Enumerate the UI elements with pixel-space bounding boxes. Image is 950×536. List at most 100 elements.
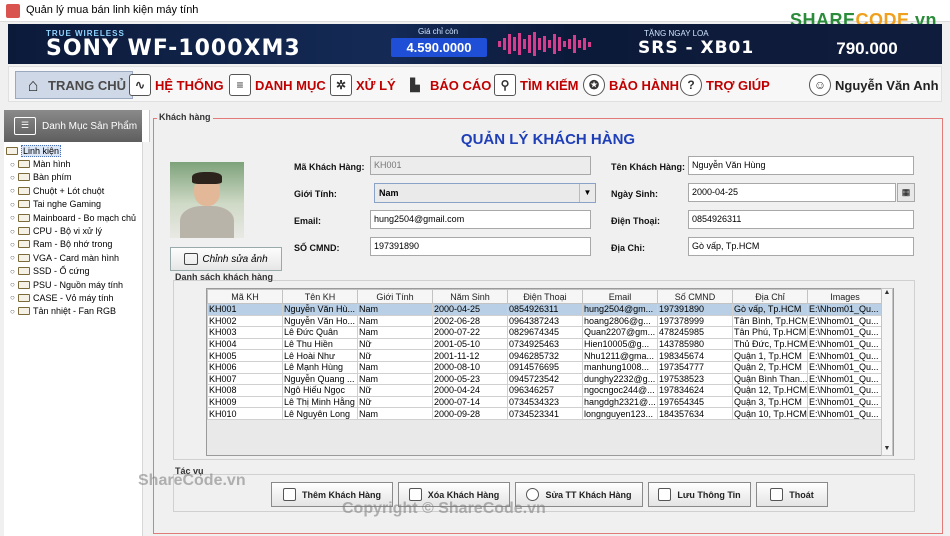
expand-toggle-icon[interactable]: ○	[10, 280, 16, 289]
tree-item[interactable]: ○ Bàn phím	[6, 171, 142, 184]
expand-toggle-icon[interactable]: ○	[10, 173, 16, 182]
table-header-cell[interactable]: Mã KH	[207, 289, 283, 304]
table-row[interactable]: KH005 Lê Hoài Như Nữ 2001-11-12 0946285732 Nh…	[207, 349, 883, 362]
table-cell: 2000-09-28	[432, 407, 508, 420]
expand-toggle-icon[interactable]: ○	[10, 240, 16, 249]
tree-item[interactable]: ○ CPU - Bộ vi xử lý	[6, 224, 142, 237]
sidebar-header: ☰ Danh Mục Sản Phẩm	[4, 110, 142, 142]
table-row[interactable]: KH003 Lê Đức Quân Nam 2000-07-22 0829674345 Q…	[207, 326, 883, 339]
user-menu[interactable]: ☺ Nguyễn Văn Anh	[809, 71, 939, 99]
main-menu-bar: ⌂ TRANG CHỦ ∿ HỆ THỐNG ≡ DANH MỤC ✲ XỬ L…	[8, 66, 942, 102]
table-scrollbar[interactable]: ▲ ▼	[881, 288, 893, 456]
expand-toggle-icon[interactable]: ○	[10, 307, 16, 316]
table-cell: KH008	[207, 384, 283, 397]
tree-item[interactable]: ○ SSD - Ổ cứng	[6, 265, 142, 278]
table-row[interactable]: KH006 Lê Mạnh Hùng Nam 2000-08-10 0914576695…	[207, 360, 883, 374]
table-cell: 197391890	[657, 303, 733, 316]
menu-report[interactable]: ▙ BÁO CÁO	[404, 71, 491, 99]
tree-item[interactable]: ○ Ram - Bộ nhớ trong	[6, 238, 142, 251]
folder-icon	[18, 186, 30, 195]
table-header-cell[interactable]: Địa Chỉ	[732, 289, 808, 304]
menu-process[interactable]: ✲ XỬ LÝ	[330, 71, 396, 99]
tree-item[interactable]: ○ CASE - Vỏ máy tính	[6, 291, 142, 304]
tree-item[interactable]: ○ VGA - Card màn hình	[6, 251, 142, 264]
page-title: QUẢN LÝ KHÁCH HÀNG	[460, 131, 636, 148]
address-field[interactable]: Gò vấp, Tp.HCM	[688, 237, 914, 256]
menu-help[interactable]: ? TRỢ GIÚP	[680, 71, 770, 99]
table-cell: 0734534323	[507, 395, 583, 409]
table-row[interactable]: KH008 Ngô Hiếu Ngọc Nữ 2000-04-24 096346257 n…	[207, 384, 883, 397]
menu-help-label: TRỢ GIÚP	[706, 77, 770, 93]
table-header-cell[interactable]: Năm Sinh	[432, 289, 508, 304]
customer-id-label: Mã Khách Hàng:	[294, 162, 365, 172]
expand-toggle-icon[interactable]: ○	[10, 213, 16, 222]
folder-icon	[6, 146, 18, 155]
table-cell: Nhu1211@gma...	[582, 349, 658, 362]
gender-select[interactable]: Nam ▼	[374, 183, 596, 203]
customer-panel: Khách hàng QUẢN LÝ KHÁCH HÀNG Chỉnh sửa …	[153, 110, 948, 536]
table-cell: E:\Nhom01_Qu...	[807, 384, 883, 397]
customer-table[interactable]: Mã KH Tên KH Giới Tính Năm Sinh Điện Thoại Em…	[206, 288, 894, 456]
menu-list-icon: ☰	[14, 117, 36, 135]
expand-toggle-icon[interactable]: ○	[10, 267, 16, 276]
expand-toggle-icon[interactable]: ○	[10, 186, 16, 195]
table-cell: Quận Bình Than...	[732, 372, 808, 386]
scroll-up-icon[interactable]: ▲	[882, 289, 892, 299]
expand-toggle-icon[interactable]: ○	[10, 200, 16, 209]
menu-catalog[interactable]: ≡ DANH MỤC	[229, 71, 326, 99]
dob-field[interactable]: 2000-04-25	[688, 183, 896, 202]
table-row[interactable]: KH007 Nguyễn Quang ... Nam 2000-05-23 094572…	[207, 372, 883, 386]
save-info-button[interactable]: Lưu Thông Tin	[648, 482, 751, 507]
email-field[interactable]: hung2504@gmail.com	[370, 210, 591, 229]
menu-search[interactable]: ⚲ TÌM KIẾM	[494, 71, 579, 99]
expand-toggle-icon[interactable]: ○	[10, 293, 16, 302]
user-name: Nguyễn Văn Anh	[835, 77, 939, 93]
calendar-icon[interactable]: ▦	[897, 183, 915, 202]
table-header-cell[interactable]: Images	[807, 289, 883, 304]
table-row[interactable]: KH004 Lê Thu Hiền Nữ 2001-05-10 0734925463 Hi…	[207, 337, 883, 351]
tree-item[interactable]: ○ Tản nhiệt - Fan RGB	[6, 305, 142, 318]
customer-name-field[interactable]: Nguyễn Văn Hùng	[688, 156, 914, 175]
table-row[interactable]: KH009 Lê Thị Minh Hằng Nữ 2000-07-14 0734534…	[207, 395, 883, 409]
edit-photo-button[interactable]: Chỉnh sửa ảnh	[170, 247, 282, 271]
table-cell: Tân Phú, Tp.HCM	[732, 326, 808, 339]
table-cell: dunghy2232@g...	[582, 372, 658, 386]
table-row[interactable]: KH002 Nguyễn Văn Ho... Nam 2002-06-28 096438…	[207, 314, 883, 328]
menu-home[interactable]: ⌂ TRANG CHỦ	[15, 71, 133, 99]
table-cell: 0914576695	[507, 360, 583, 374]
menu-warranty[interactable]: ✪ BẢO HÀNH	[583, 71, 679, 99]
scroll-down-icon[interactable]: ▼	[882, 445, 892, 455]
expand-toggle-icon[interactable]: ○	[10, 160, 16, 169]
table-header-cell[interactable]: Email	[582, 289, 658, 304]
idcard-field[interactable]: 197391890	[370, 237, 591, 256]
table-header-cell[interactable]: Điện Thoại	[507, 289, 583, 304]
app-icon	[6, 4, 20, 18]
tree-item-label: CPU - Bộ vi xử lý	[33, 226, 103, 237]
customer-id-field[interactable]: KH001	[370, 156, 591, 175]
tree-item[interactable]: ○ PSU - Nguồn máy tính	[6, 278, 142, 291]
menu-warranty-label: BẢO HÀNH	[609, 77, 680, 93]
menu-system[interactable]: ∿ HỆ THỐNG	[129, 71, 224, 99]
expand-toggle-icon[interactable]: ○	[10, 253, 16, 262]
tree-root[interactable]: Linh kiện	[6, 144, 142, 157]
phone-field[interactable]: 0854926311	[688, 210, 914, 229]
tree-item[interactable]: ○ Mainboard - Bo mạch chủ	[6, 211, 142, 224]
table-row[interactable]: KH010 Lê Nguyên Long Nam 2000-09-28 07345233…	[207, 407, 883, 420]
expand-toggle-icon[interactable]: ○	[10, 227, 16, 236]
table-cell: 0964387243	[507, 314, 583, 328]
gear-icon: ✲	[330, 74, 352, 96]
table-header-cell[interactable]: Tên KH	[282, 289, 358, 304]
table-cell: 197378999	[657, 314, 733, 328]
tree-item[interactable]: ○ Màn hình	[6, 157, 142, 170]
window-title: Quản lý mua bán linh kiện máy tính	[26, 4, 199, 16]
table-header-cell[interactable]: Giới Tính	[357, 289, 433, 304]
banner-gift-price: 790.000	[836, 39, 898, 58]
exit-button[interactable]: Thoát	[756, 482, 828, 507]
home-icon: ⌂	[27, 74, 39, 95]
table-cell: Nguyễn Văn Hù...	[282, 303, 358, 316]
monitor-pulse-icon: ∿	[129, 74, 151, 96]
tree-item[interactable]: ○ Chuột + Lót chuột	[6, 184, 142, 197]
table-header-cell[interactable]: Số CMND	[657, 289, 733, 304]
tree-item[interactable]: ○ Tai nghe Gaming	[6, 198, 142, 211]
table-row[interactable]: KH001 Nguyễn Văn Hù... Nam 2000-04-25 085492…	[207, 303, 883, 316]
